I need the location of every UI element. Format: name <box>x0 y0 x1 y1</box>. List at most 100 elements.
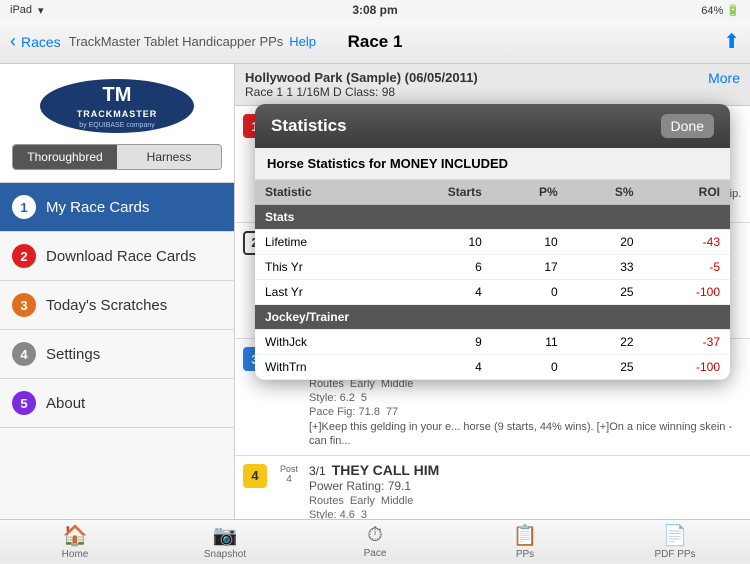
trackmaster-logo: TM TRACKMASTER by EQUIBASE company <box>37 77 197 135</box>
sidebar-item-my-race-cards[interactable]: 1 My Race Cards <box>0 183 234 232</box>
horse-rating-4: Power Rating: 79.1 <box>309 479 742 493</box>
page-title: Race 1 <box>348 32 403 52</box>
tab-snapshot[interactable]: 📷 Snapshot <box>150 519 300 564</box>
section-label-jockey-trainer: Jockey/Trainer <box>255 305 730 330</box>
tab-pps-label: PPs <box>516 549 534 560</box>
menu-badge-1: 1 <box>12 195 36 219</box>
menu-badge-4: 4 <box>12 342 36 366</box>
stat-label-thisyr: This Yr <box>255 255 386 280</box>
back-label[interactable]: Races <box>21 34 61 50</box>
horse-info-4: 3/1 THEY CALL HIM Power Rating: 79.1 Rou… <box>309 462 742 519</box>
horse-odds-4: 3/1 <box>309 464 326 478</box>
section-label-stats: Stats <box>255 205 730 230</box>
horse-stats-vals-4: Style: 4.63 <box>309 509 742 519</box>
more-button[interactable]: More <box>708 70 740 86</box>
main-layout: TM TRACKMASTER by EQUIBASE company Thoro… <box>0 64 750 519</box>
svg-text:TRACKMASTER: TRACKMASTER <box>77 109 158 119</box>
sidebar-label-my-race-cards: My Race Cards <box>46 199 149 216</box>
sidebar-label-download-race-cards: Download Race Cards <box>46 248 196 265</box>
stat-s-withtrn: 25 <box>568 355 644 380</box>
tab-home[interactable]: 🏠 Home <box>0 519 150 564</box>
logo-area: TM TRACKMASTER by EQUIBASE company Thoro… <box>0 64 234 183</box>
horse-stats-4: RoutesEarlyMiddle <box>309 495 742 507</box>
device-label: iPad <box>10 4 32 16</box>
svg-text:TM: TM <box>103 84 132 106</box>
stat-s-lastyr: 25 <box>568 280 644 305</box>
sidebar-item-todays-scratches[interactable]: 3 Today's Scratches <box>0 281 234 330</box>
menu-badge-2: 2 <box>12 244 36 268</box>
stat-roi-lifetime: -43 <box>644 230 730 255</box>
stat-label-withtrn: WithTrn <box>255 355 386 380</box>
stats-table: Statistic Starts P% S% ROI Stats Lifetim… <box>255 180 730 380</box>
col-p: P% <box>492 180 568 205</box>
sidebar-item-download-race-cards[interactable]: 2 Download Race Cards <box>0 232 234 281</box>
menu-badge-5: 5 <box>12 391 36 415</box>
snapshot-icon: 📷 <box>213 523 238 548</box>
menu-badge-3: 3 <box>12 293 36 317</box>
pdf-pps-icon: 📄 <box>663 523 688 548</box>
tab-snapshot-label: Snapshot <box>204 549 246 560</box>
stat-s-lifetime: 20 <box>568 230 644 255</box>
stat-roi-thisyr: -5 <box>644 255 730 280</box>
tab-pps[interactable]: 📋 PPs <box>450 519 600 564</box>
stat-row-withjck: WithJck 9 11 22 -37 <box>255 330 730 355</box>
battery-label: 64% 🔋 <box>701 4 740 17</box>
race-info: Race 1 1 1/16M D Class: 98 <box>245 85 478 99</box>
stat-starts-thisyr: 6 <box>386 255 492 280</box>
stat-row-withtrn: WithTrn 4 0 25 -100 <box>255 355 730 380</box>
stats-subtitle: Horse Statistics for MONEY INCLUDED <box>255 148 730 180</box>
horse-post-4: Post4 <box>275 464 303 485</box>
home-icon: 🏠 <box>63 523 88 548</box>
tab-pace-label: Pace <box>364 548 387 559</box>
app-title: TrackMaster Tablet Handicapper PPs <box>69 34 284 49</box>
svg-text:by EQUIBASE company: by EQUIBASE company <box>79 122 155 129</box>
stat-p-lifetime: 10 <box>492 230 568 255</box>
statistics-overlay: Statistics Done Horse Statistics for MON… <box>255 104 730 380</box>
stat-starts-withtrn: 4 <box>386 355 492 380</box>
horse-number-4: 4 <box>243 464 267 488</box>
status-time: 3:08 pm <box>352 3 397 17</box>
stat-p-lastyr: 0 <box>492 280 568 305</box>
harness-tab[interactable]: Harness <box>117 145 221 169</box>
content-area: Hollywood Park (Sample) (06/05/2011) Rac… <box>235 64 750 519</box>
stat-starts-lifetime: 10 <box>386 230 492 255</box>
nav-bar: Races TrackMaster Tablet Handicapper PPs… <box>0 20 750 64</box>
pace-icon: ⏱ <box>367 524 383 547</box>
tab-bar: 🏠 Home 📷 Snapshot ⏱ Pace 📋 PPs 📄 PDF PPs <box>0 519 750 563</box>
stat-starts-withjck: 9 <box>386 330 492 355</box>
stat-p-withtrn: 0 <box>492 355 568 380</box>
tab-pace[interactable]: ⏱ Pace <box>300 520 450 563</box>
tab-pdf-pps[interactable]: 📄 PDF PPs <box>600 519 750 564</box>
col-statistic: Statistic <box>255 180 386 205</box>
stat-label-lastyr: Last Yr <box>255 280 386 305</box>
help-button[interactable]: Help <box>289 34 316 49</box>
stat-row-thisyr: This Yr 6 17 33 -5 <box>255 255 730 280</box>
stat-starts-lastyr: 4 <box>386 280 492 305</box>
track-info: Hollywood Park (Sample) (06/05/2011) Rac… <box>245 70 478 99</box>
back-button[interactable]: Races <box>10 31 61 52</box>
stat-p-thisyr: 17 <box>492 255 568 280</box>
share-button[interactable]: ⬆ <box>723 29 740 54</box>
horse-name-4: THEY CALL HIM <box>332 462 440 478</box>
horse-stats-vals-3: Style: 6.25 <box>309 392 742 404</box>
done-button[interactable]: Done <box>661 114 714 138</box>
status-bar: iPad ▾ 3:08 pm 64% 🔋 <box>0 0 750 20</box>
sidebar-label-todays-scratches: Today's Scratches <box>46 297 167 314</box>
stat-row-lastyr: Last Yr 4 0 25 -100 <box>255 280 730 305</box>
thoroughbred-tab[interactable]: Thoroughbred <box>13 145 117 169</box>
sidebar-item-settings[interactable]: 4 Settings <box>0 330 234 379</box>
logo: TM TRACKMASTER by EQUIBASE company <box>37 76 197 136</box>
horse-pace-3: Pace Fig: 71.877 <box>309 406 742 418</box>
stat-roi-withtrn: -100 <box>644 355 730 380</box>
track-name: Hollywood Park (Sample) (06/05/2011) <box>245 70 478 85</box>
col-roi: ROI <box>644 180 730 205</box>
stat-s-thisyr: 33 <box>568 255 644 280</box>
sidebar: TM TRACKMASTER by EQUIBASE company Thoro… <box>0 64 235 519</box>
col-s: S% <box>568 180 644 205</box>
stats-title: Statistics <box>271 116 347 136</box>
stat-p-withjck: 11 <box>492 330 568 355</box>
sidebar-item-about[interactable]: 5 About <box>0 379 234 428</box>
wifi-icon: ▾ <box>38 4 44 17</box>
section-header-stats: Stats <box>255 205 730 230</box>
section-header-jockey-trainer: Jockey/Trainer <box>255 305 730 330</box>
